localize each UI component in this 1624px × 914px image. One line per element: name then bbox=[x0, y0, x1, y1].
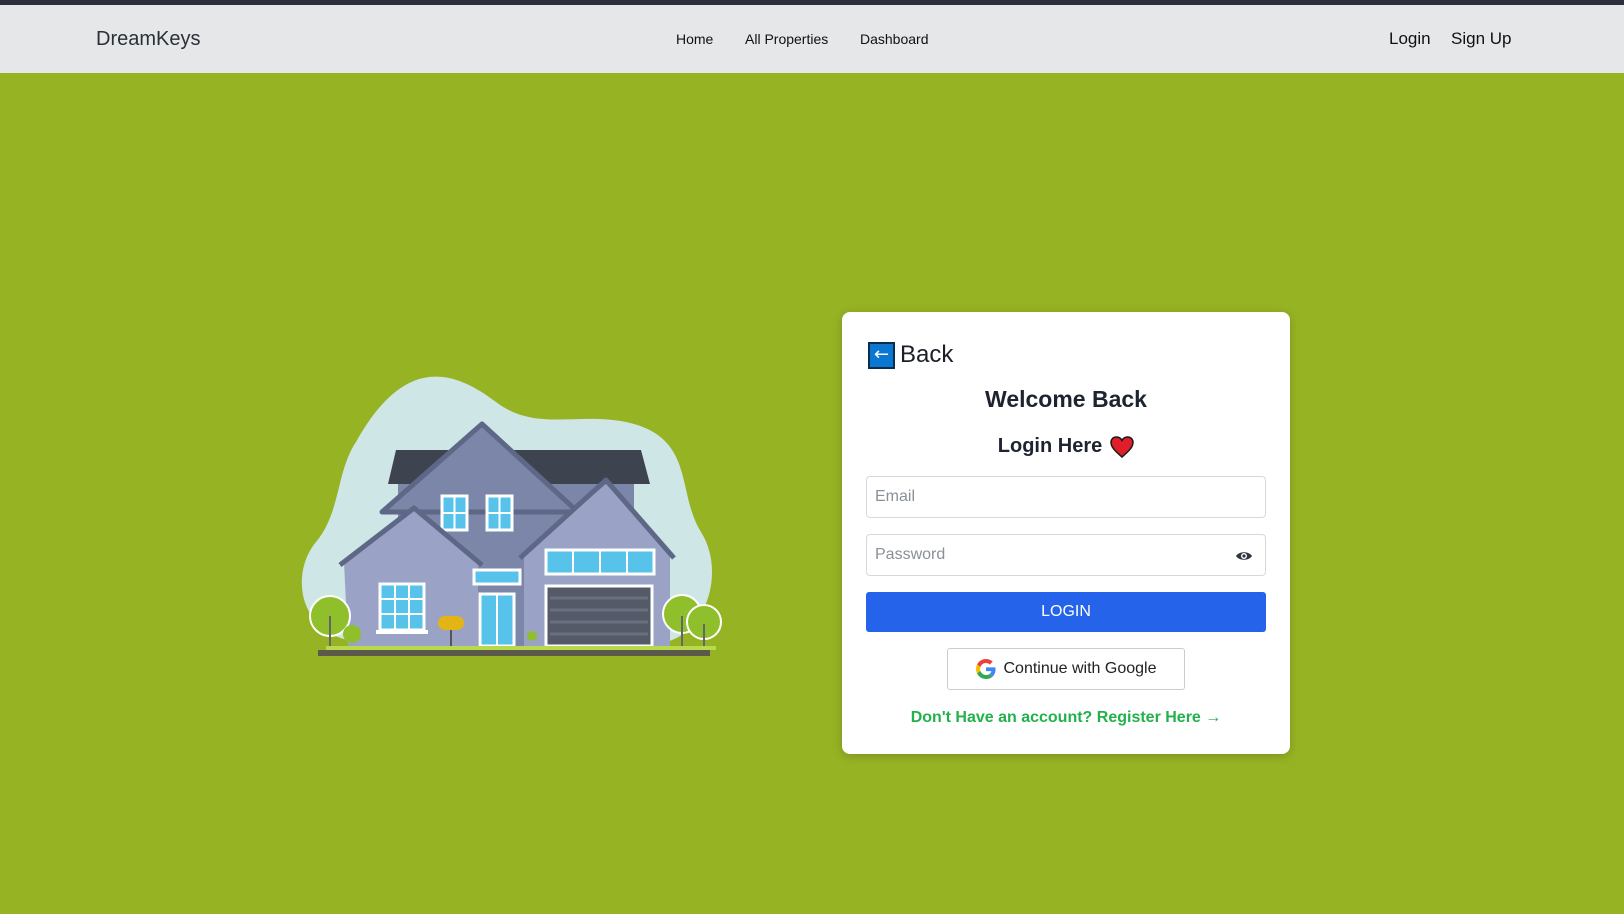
nav-dashboard[interactable]: Dashboard bbox=[860, 31, 929, 47]
nav-all-properties[interactable]: All Properties bbox=[745, 31, 828, 47]
login-submit-button[interactable]: LOGIN bbox=[866, 592, 1266, 632]
google-signin-button[interactable]: Continue with Google bbox=[947, 648, 1185, 690]
register-link[interactable]: Don't Have an account? Register Here → bbox=[842, 709, 1290, 727]
back-label: Back bbox=[900, 341, 954, 368]
email-input[interactable] bbox=[867, 477, 1265, 517]
email-field bbox=[866, 476, 1266, 518]
eye-icon[interactable] bbox=[1235, 548, 1253, 564]
login-subheading-text: Login Here bbox=[997, 435, 1103, 457]
house-illustration bbox=[296, 372, 728, 672]
password-field bbox=[866, 534, 1266, 576]
nav-home[interactable]: Home bbox=[676, 31, 713, 47]
heart-icon bbox=[1110, 435, 1134, 458]
login-subheading: Login Here bbox=[842, 435, 1290, 458]
login-card: ← Back Welcome Back Login Here LOGIN Con… bbox=[842, 312, 1290, 754]
google-button-label: Continue with Google bbox=[1003, 660, 1157, 677]
back-button[interactable]: ← Back bbox=[868, 340, 953, 370]
password-input[interactable] bbox=[867, 535, 1265, 575]
left-arrow-icon: ← bbox=[868, 341, 895, 369]
nav-login-link[interactable]: Login bbox=[1389, 29, 1431, 49]
navbar: DreamKeys Home All Properties Dashboard … bbox=[0, 5, 1624, 73]
google-icon bbox=[975, 659, 996, 679]
nav-signup-link[interactable]: Sign Up bbox=[1451, 29, 1511, 49]
welcome-heading: Welcome Back bbox=[985, 386, 1147, 412]
main-nav: Home All Properties Dashboard bbox=[0, 31, 1624, 51]
